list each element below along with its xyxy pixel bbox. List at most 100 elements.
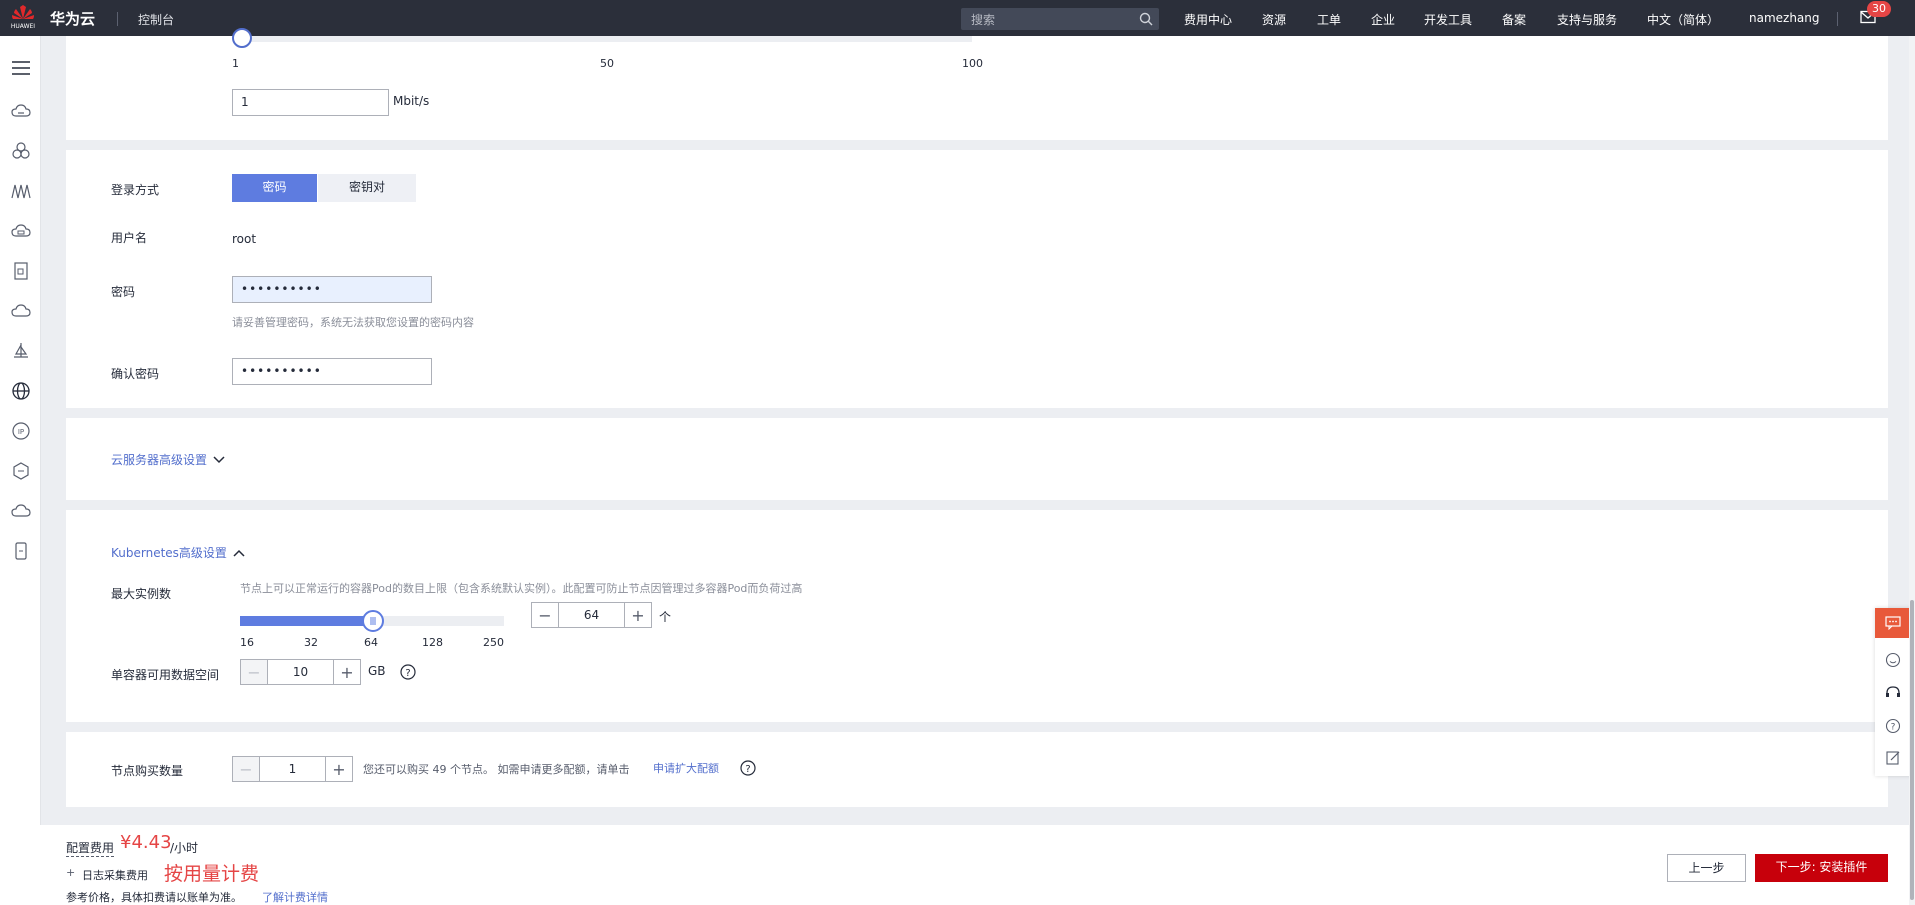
- nav-billing[interactable]: 费用中心: [1184, 11, 1232, 28]
- help-icon[interactable]: ?: [1885, 718, 1901, 734]
- node-count-value[interactable]: 1: [259, 757, 326, 781]
- huawei-logo[interactable]: HUAWEI: [8, 3, 38, 33]
- price-note: 参考价格，具体扣费请以账单为准。: [66, 891, 242, 904]
- login-method-label: 登录方式: [111, 183, 160, 197]
- price-value: ¥4.43: [120, 832, 172, 853]
- decrement-button[interactable]: −: [532, 603, 558, 627]
- config-fee-label[interactable]: 配置费用: [66, 839, 115, 857]
- bandwidth-unit: Mbit/s: [393, 94, 430, 108]
- login-method-password-button[interactable]: 密码: [232, 174, 317, 202]
- ip-icon[interactable]: IP: [11, 421, 31, 441]
- menu-icon[interactable]: [11, 58, 31, 78]
- billing-details-link[interactable]: 了解计费详情: [262, 889, 328, 905]
- globe-icon[interactable]: [11, 381, 31, 401]
- nav-username[interactable]: namezhang: [1749, 11, 1820, 25]
- cloud-icon[interactable]: [11, 301, 31, 321]
- prev-button[interactable]: 上一步: [1667, 854, 1746, 882]
- bandwidth-tick-100: 100: [962, 57, 983, 70]
- bandwidth-card: 1 50 100 1 Mbit/s: [66, 28, 1888, 140]
- max-instances-value[interactable]: 64: [558, 603, 625, 627]
- password-input[interactable]: ••••••••••: [232, 276, 432, 303]
- svg-text:?: ?: [745, 764, 750, 775]
- increment-button[interactable]: +: [334, 660, 360, 684]
- bandwidth-slider-handle[interactable]: [232, 28, 252, 48]
- slider-tick-128: 128: [422, 636, 443, 649]
- log-fee-value: 按用量计费: [164, 863, 260, 885]
- username-label: 用户名: [111, 231, 148, 245]
- search-box: [961, 8, 1159, 30]
- chevron-down-icon: [213, 455, 225, 463]
- chat-button[interactable]: [1875, 608, 1911, 638]
- smile-icon[interactable]: [1885, 652, 1901, 668]
- advanced-server-card: 云服务器高级设置: [66, 418, 1888, 500]
- kubernetes-label: Kubernetes高级设置: [111, 546, 227, 560]
- footer-bar: 配置费用 ¥4.43 /小时 + 日志采集费用 按用量计费 参考价格，具体扣费请…: [40, 825, 1915, 905]
- bandwidth-tick-1: 1: [232, 57, 239, 70]
- increment-button[interactable]: +: [326, 757, 352, 781]
- confirm-password-label: 确认密码: [111, 367, 160, 381]
- slider-tick-250: 250: [483, 636, 504, 649]
- max-instances-hint: 节点上可以正常运行的容器Pod的数目上限（包含系统默认实例）。此配置可防止节点因…: [240, 582, 803, 595]
- nav-icp[interactable]: 备案: [1502, 11, 1526, 28]
- svg-text:IP: IP: [18, 428, 24, 436]
- nav-resources[interactable]: 资源: [1262, 11, 1286, 28]
- nav-support[interactable]: 支持与服务: [1557, 11, 1617, 28]
- console-link[interactable]: 控制台: [138, 11, 174, 28]
- phone-icon[interactable]: [11, 541, 31, 561]
- advanced-server-toggle[interactable]: 云服务器高级设置: [111, 451, 225, 468]
- increment-button[interactable]: +: [625, 603, 651, 627]
- kubernetes-toggle[interactable]: Kubernetes高级设置: [111, 544, 245, 561]
- node-count-stepper: − 1 +: [232, 756, 353, 782]
- log-fee-label: 日志采集费用: [82, 869, 148, 882]
- node-count-label: 节点购买数量: [111, 764, 184, 778]
- bandwidth-tick-50: 50: [600, 57, 614, 70]
- next-button[interactable]: 下一步: 安装插件: [1755, 854, 1888, 882]
- bandwidth-input[interactable]: 1: [232, 89, 389, 116]
- nav-enterprise[interactable]: 企业: [1371, 11, 1395, 28]
- nav-language[interactable]: 中文（简体）: [1647, 11, 1719, 28]
- nav-tickets[interactable]: 工单: [1317, 11, 1341, 28]
- decrement-button[interactable]: −: [241, 660, 267, 684]
- data-space-unit: GB: [368, 664, 386, 678]
- nav-dev-tools[interactable]: 开发工具: [1424, 11, 1472, 28]
- divider: [1837, 12, 1838, 26]
- slider-tick-32: 32: [304, 636, 318, 649]
- headset-icon[interactable]: [1885, 685, 1901, 701]
- data-space-value[interactable]: 10: [267, 660, 334, 684]
- brand-name[interactable]: 华为云: [50, 8, 95, 29]
- document-icon[interactable]: [11, 261, 31, 281]
- help-icon[interactable]: ?: [400, 664, 416, 680]
- slider-tick-16: 16: [240, 636, 254, 649]
- left-sidebar: IP: [0, 36, 41, 905]
- login-card: 登录方式 密码 密钥对 用户名 root 密码 •••••••••• 请妥善管理…: [66, 150, 1888, 408]
- confirm-password-input[interactable]: ••••••••••: [232, 358, 432, 385]
- divider: [117, 12, 118, 26]
- login-method-keypair-button[interactable]: 密钥对: [318, 174, 416, 202]
- cloud-server-icon[interactable]: [11, 101, 31, 121]
- search-icon[interactable]: [1139, 12, 1153, 26]
- advanced-server-label: 云服务器高级设置: [111, 453, 208, 467]
- logo-text: HUAWEI: [10, 23, 36, 30]
- floating-toolbar: ?: [1875, 608, 1911, 776]
- max-instances-slider-handle[interactable]: [362, 610, 384, 632]
- feedback-icon[interactable]: [1885, 750, 1901, 766]
- decrement-button[interactable]: −: [233, 757, 259, 781]
- max-instances-label: 最大实例数: [111, 587, 172, 601]
- node-purchase-card: 节点购买数量 − 1 + 您还可以购买 49 个节点。 如需申请更多配额，请单击…: [66, 732, 1888, 807]
- search-input[interactable]: [969, 11, 1133, 29]
- security-icon[interactable]: [11, 461, 31, 481]
- max-instances-slider-fill: [240, 616, 374, 626]
- deploy-icon[interactable]: [11, 341, 31, 361]
- container-icon[interactable]: [11, 141, 31, 161]
- apply-quota-link[interactable]: 申请扩大配额: [653, 760, 719, 776]
- help-icon[interactable]: ?: [740, 760, 756, 776]
- top-nav-bar: HUAWEI 华为云 控制台 费用中心 资源 工单 企业 开发工具 备案 支持与…: [0, 0, 1915, 36]
- max-instances-stepper: − 64 +: [531, 602, 652, 628]
- password-hint: 请妥善管理密码，系统无法获取您设置的密码内容: [232, 316, 474, 329]
- scrollbar-thumb[interactable]: [1910, 600, 1914, 900]
- bandwidth-slider-track[interactable]: [242, 36, 972, 42]
- password-label: 密码: [111, 285, 136, 299]
- storage-cloud-icon[interactable]: [11, 221, 31, 241]
- cloud-service-icon[interactable]: [11, 501, 31, 521]
- bandwidth-icon[interactable]: [11, 181, 31, 201]
